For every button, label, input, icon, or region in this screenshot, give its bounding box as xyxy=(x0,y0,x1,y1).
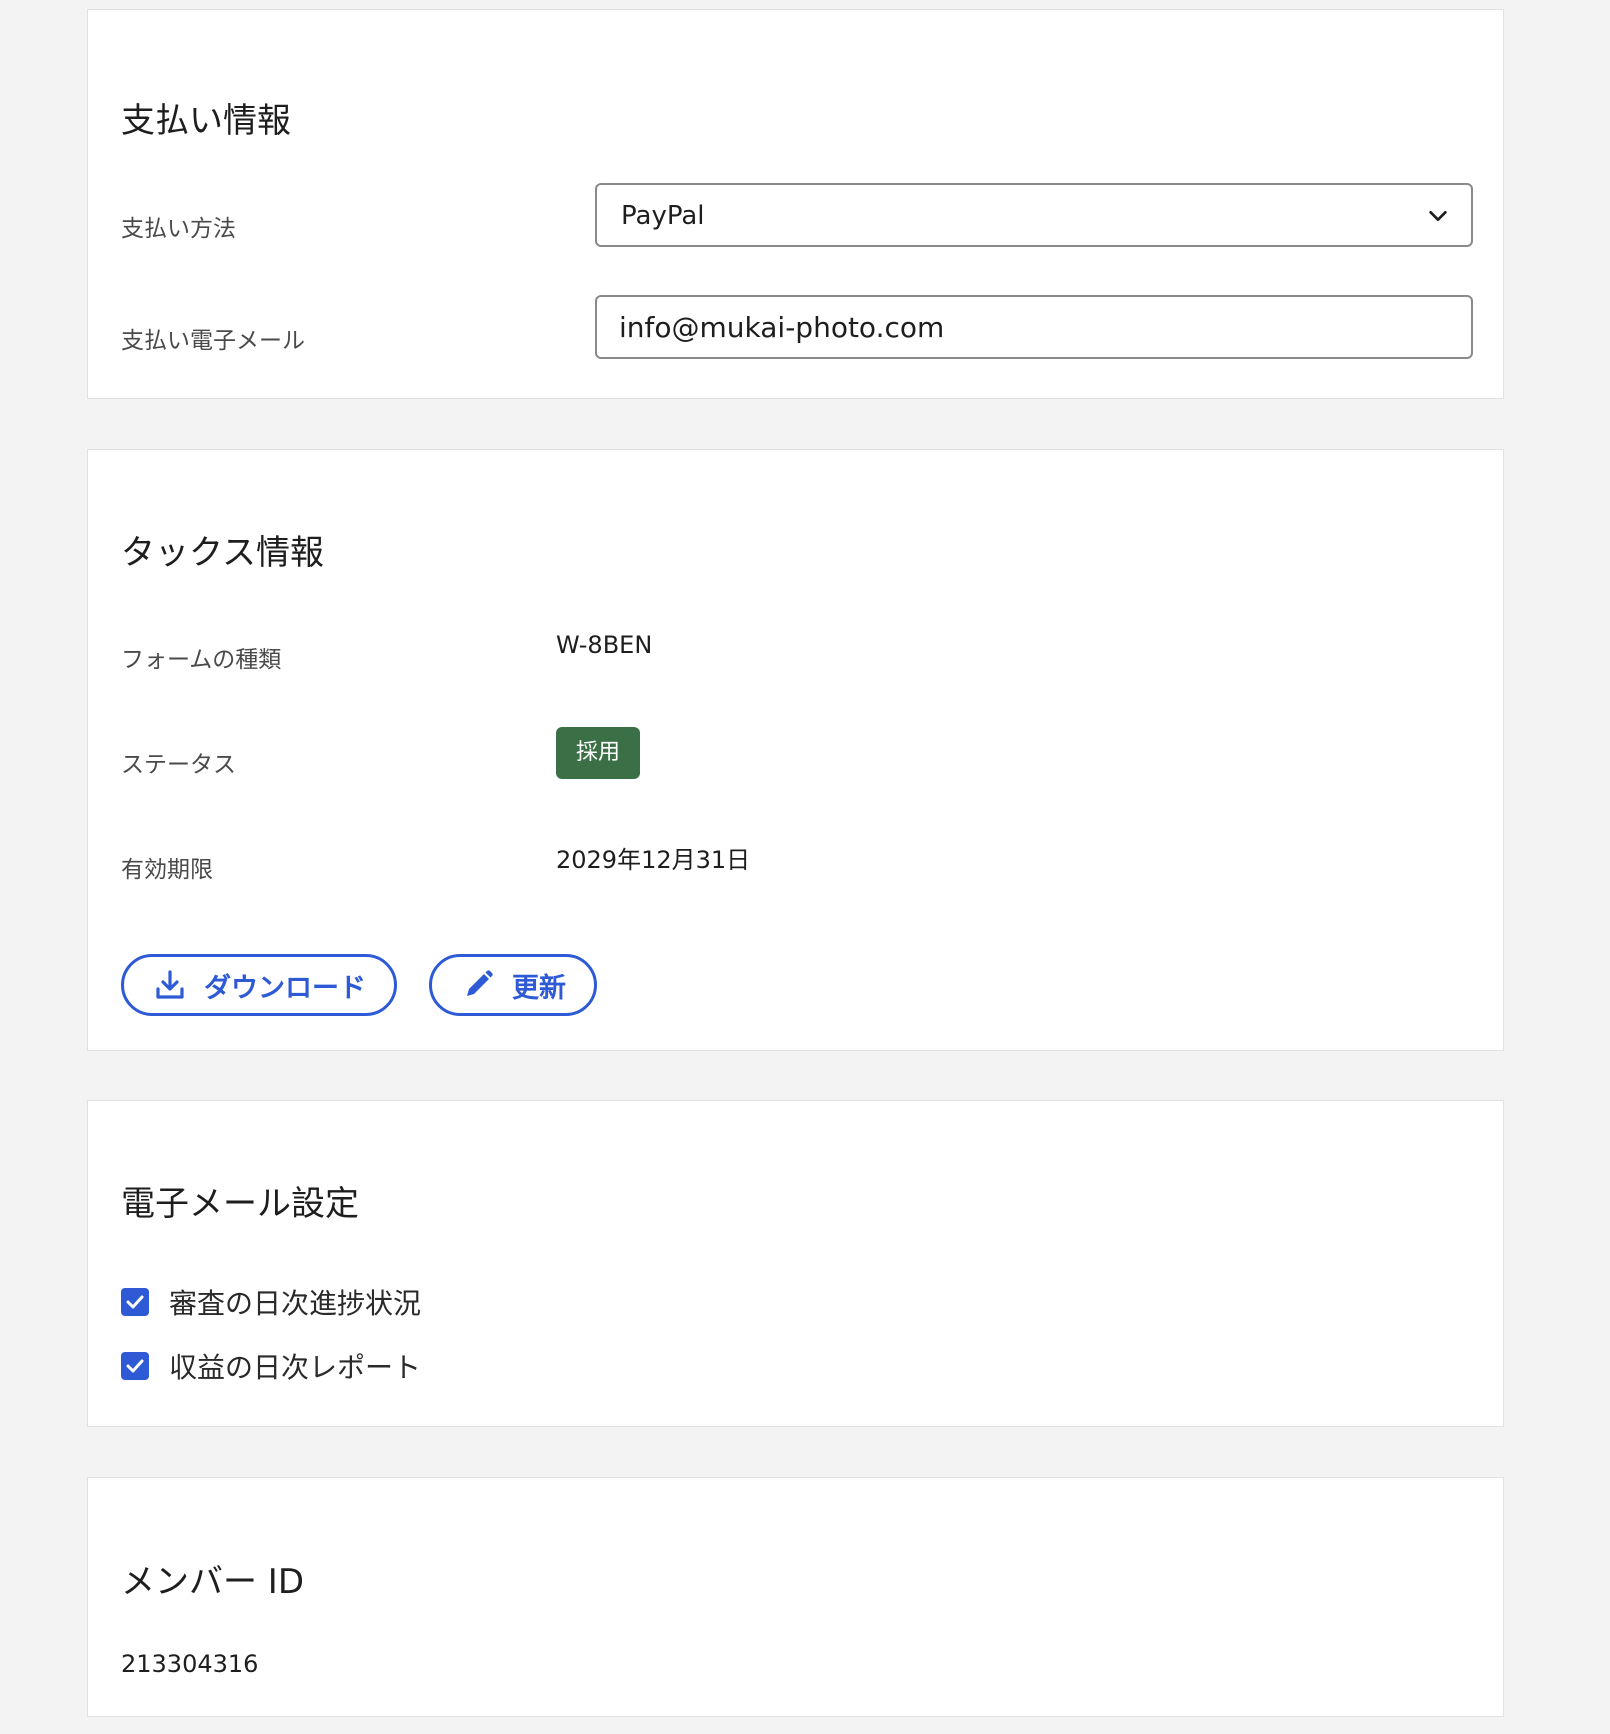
earnings-report-label: 収益の日次レポート xyxy=(169,1351,422,1384)
tax-info-card: タックス情報 フォームの種類 W-8BEN ステータス 採用 有効期限 2029… xyxy=(87,449,1504,1051)
member-id-value: 213304316 xyxy=(121,1650,259,1678)
update-button-label: 更新 xyxy=(512,972,566,1004)
payment-info-title: 支払い情報 xyxy=(121,101,291,141)
review-progress-label: 審査の日次進捗状況 xyxy=(169,1287,422,1320)
download-button[interactable]: ダウンロード xyxy=(121,954,397,1016)
review-progress-checkbox[interactable] xyxy=(121,1288,149,1316)
earnings-report-checkbox[interactable] xyxy=(121,1352,149,1380)
download-icon xyxy=(156,970,184,999)
expiry-label: 有効期限 xyxy=(121,857,213,883)
checkmark-icon xyxy=(126,1359,144,1373)
payment-email-input[interactable] xyxy=(597,297,1471,357)
status-badge: 採用 xyxy=(556,727,641,779)
chevron-down-icon xyxy=(1429,210,1447,222)
payment-email-field[interactable] xyxy=(595,295,1473,359)
email-settings-card: 電子メール設定 審査の日次進捗状況 収益の日次レポート xyxy=(87,1100,1504,1427)
pencil-icon xyxy=(467,970,493,996)
expiry-value: 2029年12月31日 xyxy=(556,846,751,874)
update-button[interactable]: 更新 xyxy=(429,954,597,1016)
earnings-report-option[interactable]: 収益の日次レポート xyxy=(121,1346,421,1386)
member-id-card: メンバー ID 213304316 xyxy=(87,1477,1504,1717)
payment-method-select[interactable]: PayPal xyxy=(595,183,1473,247)
payment-method-selected-value: PayPal xyxy=(621,201,705,231)
download-button-label: ダウンロード xyxy=(204,972,366,1004)
review-progress-option[interactable]: 審査の日次進捗状況 xyxy=(121,1282,421,1322)
status-label: ステータス xyxy=(121,752,236,778)
payment-info-card: 支払い情報 支払い方法 PayPal 支払い電子メール xyxy=(87,9,1504,399)
email-settings-title: 電子メール設定 xyxy=(121,1184,359,1224)
form-type-value: W-8BEN xyxy=(556,631,653,659)
member-id-title: メンバー ID xyxy=(121,1562,305,1602)
payment-method-label: 支払い方法 xyxy=(121,216,236,242)
payment-email-label: 支払い電子メール xyxy=(121,328,305,354)
account-settings-page: 支払い情報 支払い方法 PayPal 支払い電子メール タックス情報 フォームの… xyxy=(0,0,1610,1734)
form-type-label: フォームの種類 xyxy=(121,647,282,673)
checkmark-icon xyxy=(126,1295,144,1309)
tax-info-title: タックス情報 xyxy=(121,533,324,573)
